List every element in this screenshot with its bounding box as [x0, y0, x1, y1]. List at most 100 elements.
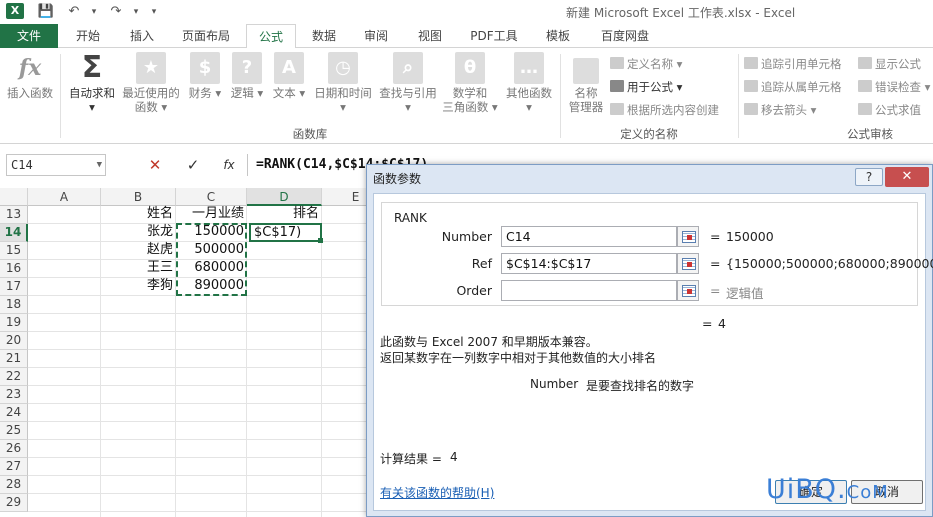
- cell-b17[interactable]: 李狗: [101, 277, 176, 295]
- datetime-button[interactable]: ◷ 日期和时间 ▾: [310, 52, 376, 114]
- row-header[interactable]: 16: [0, 260, 28, 278]
- trace-dependents-icon: [744, 80, 758, 92]
- watermark-logo: UiBQ.CoM: [766, 474, 889, 505]
- row-header[interactable]: 15: [0, 242, 28, 260]
- tab-page-layout[interactable]: 页面布局: [172, 24, 240, 48]
- row-header[interactable]: 20: [0, 332, 28, 350]
- help-icon[interactable]: ?: [855, 168, 883, 186]
- column-header-a[interactable]: A: [28, 188, 101, 206]
- define-name-button[interactable]: 定义名称 ▾: [610, 54, 682, 74]
- row-header[interactable]: 21: [0, 350, 28, 368]
- text-functions-button[interactable]: A 文本 ▾: [270, 52, 308, 100]
- cell-b16[interactable]: 王三: [101, 259, 176, 277]
- tab-pdf-tools[interactable]: PDF工具: [462, 24, 526, 48]
- function-help-link[interactable]: 有关该函数的帮助(H): [380, 484, 494, 501]
- collapse-dialog-icon[interactable]: [677, 253, 699, 274]
- evaluate-formula-button[interactable]: 公式求值: [858, 100, 921, 120]
- tab-home[interactable]: 开始: [64, 24, 112, 48]
- row-header[interactable]: 28: [0, 476, 28, 494]
- ref-input[interactable]: $C$14:$C$17: [501, 253, 677, 274]
- row-header[interactable]: 27: [0, 458, 28, 476]
- show-formulas-button[interactable]: 显示公式: [858, 54, 921, 74]
- trace-precedents-button[interactable]: 追踪引用单元格: [744, 54, 842, 74]
- equals-sign: =: [710, 229, 721, 244]
- remove-arrows-button[interactable]: 移去箭头 ▾: [744, 100, 816, 120]
- error-checking-label: 错误检查 ▾: [875, 80, 931, 94]
- enter-icon[interactable]: ✓: [184, 156, 202, 174]
- row-header[interactable]: 18: [0, 296, 28, 314]
- fill-handle[interactable]: [318, 238, 323, 243]
- select-all-corner[interactable]: [0, 188, 28, 206]
- tab-formulas[interactable]: 公式: [246, 24, 296, 49]
- collapse-dialog-icon[interactable]: [677, 280, 699, 301]
- lookup-reference-button[interactable]: ⌕ 查找与引用 ▾: [376, 52, 440, 114]
- name-manager-button[interactable]: 名称 管理器: [562, 58, 610, 114]
- compatibility-note: 此函数与 Excel 2007 和早期版本兼容。: [380, 335, 598, 349]
- row-header[interactable]: 13: [0, 206, 28, 224]
- more-functions-button[interactable]: … 其他函数 ▾: [502, 52, 556, 114]
- dialog-body: RANK Number C14 = 150000 Ref $C$14:$C$17…: [373, 193, 933, 511]
- row-header[interactable]: 24: [0, 404, 28, 422]
- recent-functions-button[interactable]: ★ 最近使用的 函数 ▾: [120, 52, 182, 114]
- cell-b13[interactable]: 姓名: [101, 205, 176, 223]
- row-header[interactable]: 25: [0, 422, 28, 440]
- gridline: [321, 206, 322, 517]
- tab-data[interactable]: 数据: [302, 24, 346, 48]
- autosum-button[interactable]: Σ 自动求和 ▾: [66, 52, 118, 115]
- name-manager-label: 名称: [574, 86, 598, 100]
- row-header[interactable]: 19: [0, 314, 28, 332]
- more-functions-label: 其他函数 ▾: [506, 86, 552, 114]
- define-name-label: 定义名称 ▾: [627, 57, 683, 71]
- row-header[interactable]: 23: [0, 386, 28, 404]
- redo-icon[interactable]: ↷: [106, 2, 126, 22]
- tab-baidu-netdisk[interactable]: 百度网盘: [590, 24, 660, 48]
- watermark-suffix: CoM: [846, 482, 889, 503]
- cell-c13[interactable]: 一月业绩: [176, 205, 247, 223]
- number-input[interactable]: C14: [501, 226, 677, 247]
- financial-button[interactable]: $ 财务 ▾: [186, 52, 224, 100]
- math-trig-label-2: 三角函数 ▾: [442, 100, 498, 114]
- ribbon-separator: [560, 54, 561, 138]
- order-result: 逻辑值: [726, 286, 764, 301]
- cell-b14[interactable]: 张龙: [101, 223, 176, 241]
- trace-dependents-button[interactable]: 追踪从属单元格: [744, 77, 842, 97]
- column-header-d[interactable]: D: [247, 188, 322, 206]
- cell-d14-active[interactable]: $C$17): [249, 223, 322, 242]
- row-header[interactable]: 22: [0, 368, 28, 386]
- create-from-selection-button[interactable]: 根据所选内容创建: [610, 100, 719, 120]
- insert-function-button[interactable]: fx 插入函数: [4, 52, 56, 100]
- dialog-title: 函数参数: [373, 172, 422, 186]
- tab-view[interactable]: 视图: [408, 24, 452, 48]
- number-result: 150000: [726, 229, 774, 244]
- close-icon[interactable]: ✕: [885, 167, 929, 187]
- create-from-selection-label: 根据所选内容创建: [627, 103, 719, 117]
- fx-icon[interactable]: fx: [220, 156, 238, 174]
- cell-d13[interactable]: 排名: [247, 205, 322, 223]
- customize-qat-icon[interactable]: ▾: [144, 2, 164, 22]
- collapse-dialog-icon[interactable]: [677, 226, 699, 247]
- row-header[interactable]: 14: [0, 224, 28, 242]
- use-in-formula-button[interactable]: 用于公式 ▾: [610, 77, 682, 97]
- cell-b15[interactable]: 赵虎: [101, 241, 176, 259]
- math-trig-button[interactable]: θ 数学和 三角函数 ▾: [442, 52, 498, 114]
- row-header[interactable]: 29: [0, 494, 28, 512]
- undo-dropdown-icon[interactable]: ▾: [84, 2, 104, 22]
- error-checking-button[interactable]: 错误检查 ▾: [858, 77, 930, 97]
- redo-dropdown-icon[interactable]: ▾: [126, 2, 146, 22]
- calc-result-value: 4: [450, 450, 458, 464]
- logical-button[interactable]: ? 逻辑 ▾: [228, 52, 266, 100]
- save-icon[interactable]: 💾: [36, 2, 56, 22]
- column-header-c[interactable]: C: [176, 188, 247, 206]
- tab-file[interactable]: 文件: [0, 24, 58, 48]
- tab-insert[interactable]: 插入: [118, 24, 166, 48]
- order-input[interactable]: [501, 280, 677, 301]
- logical-icon: ?: [232, 52, 262, 84]
- row-header[interactable]: 26: [0, 440, 28, 458]
- tab-review[interactable]: 审阅: [354, 24, 398, 48]
- undo-icon[interactable]: ↶: [64, 2, 84, 22]
- tab-templates[interactable]: 模板: [536, 24, 580, 48]
- row-header[interactable]: 17: [0, 278, 28, 296]
- column-header-b[interactable]: B: [101, 188, 176, 206]
- cancel-icon[interactable]: ✕: [146, 156, 164, 174]
- name-box[interactable]: C14 ▼: [6, 154, 106, 176]
